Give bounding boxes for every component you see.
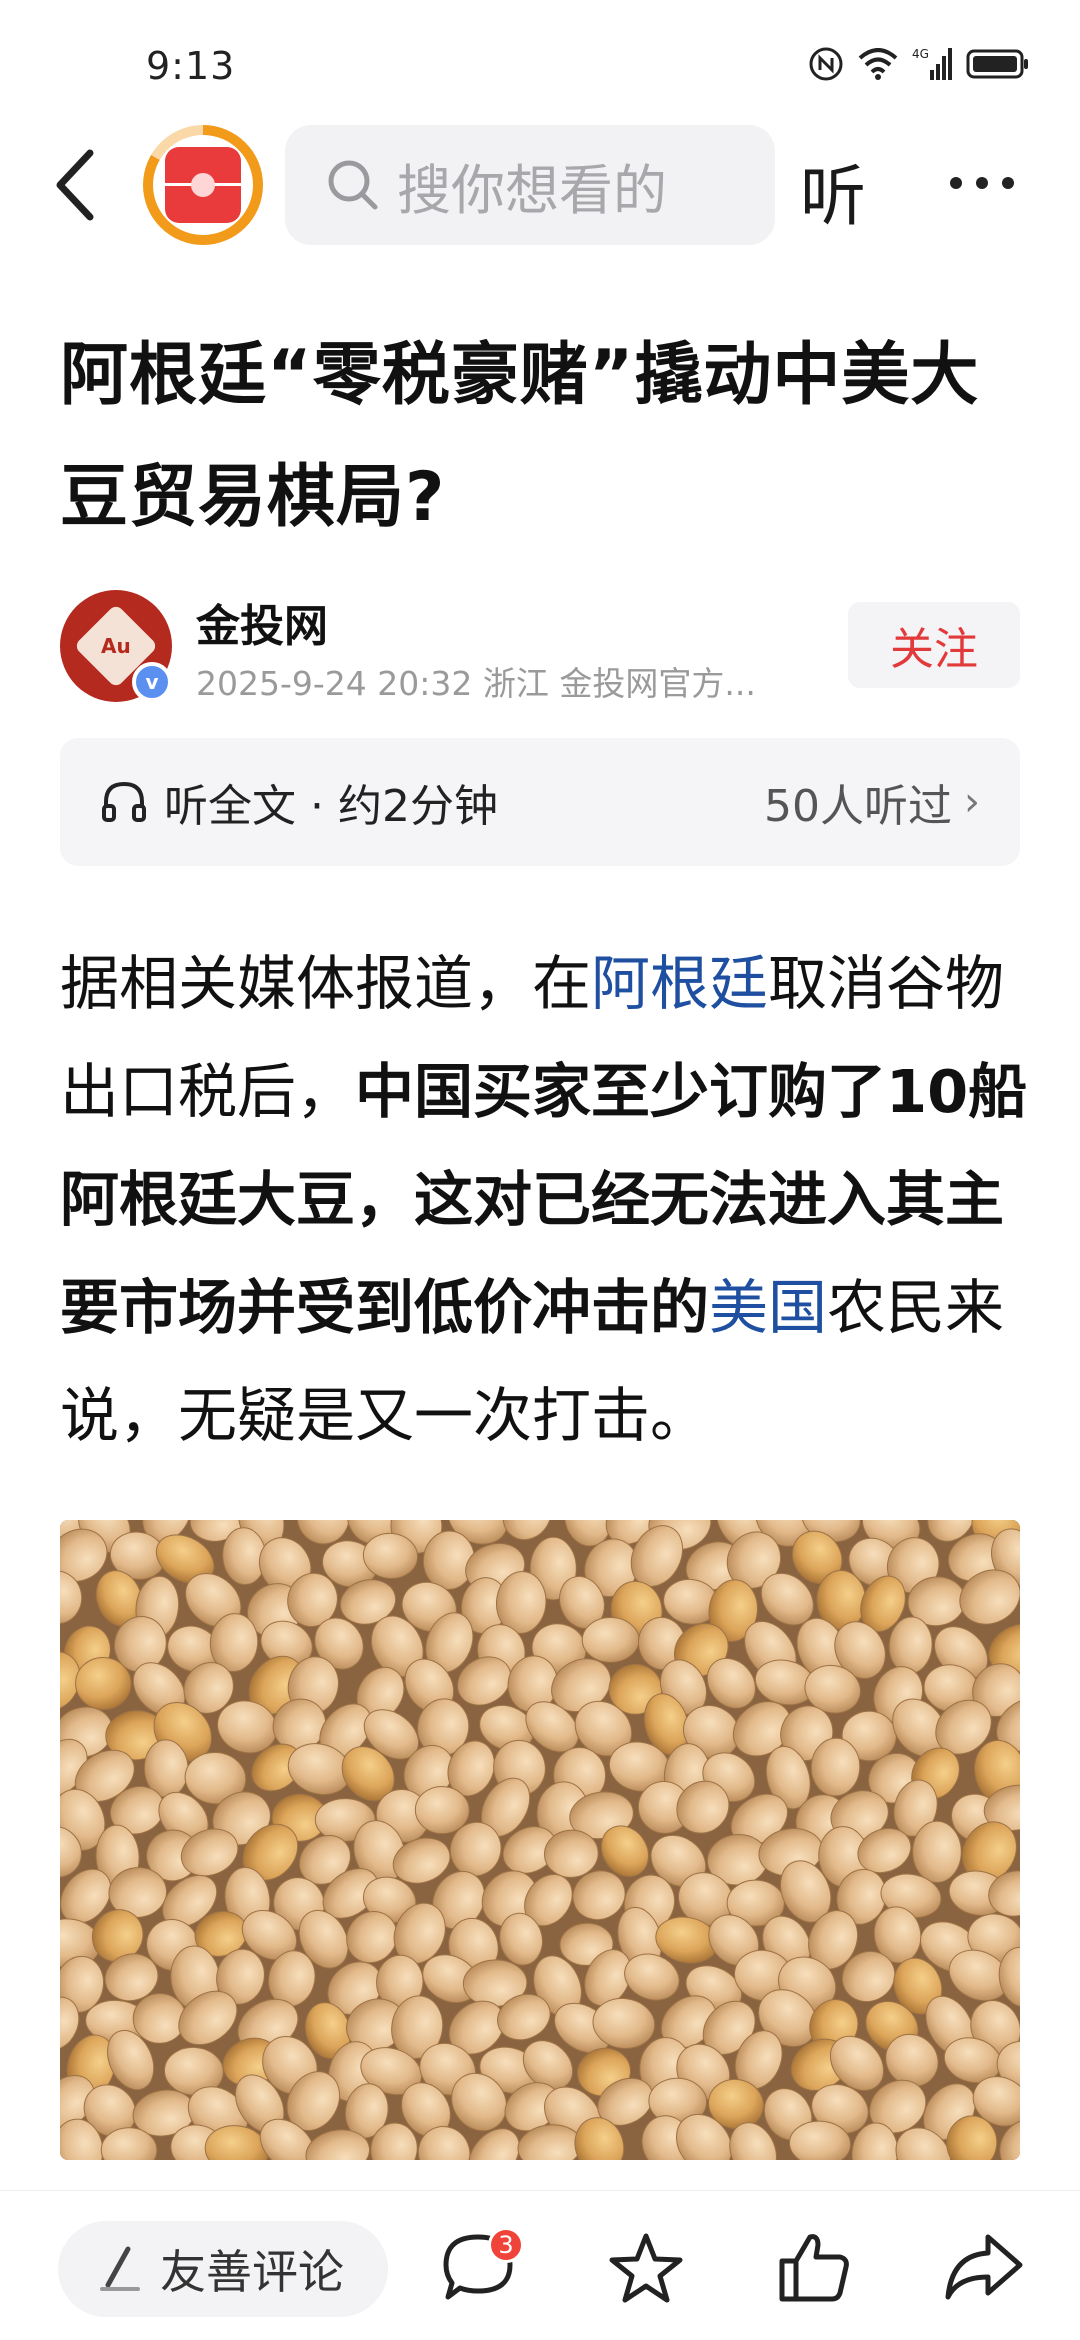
search-icon: [328, 160, 378, 210]
listen-bar[interactable]: 听全文 · 约2分钟 50人听过 ›: [60, 738, 1020, 866]
author-meta: 2025-9-24 20:32 浙江 金投网官方...: [196, 664, 756, 703]
share-icon[interactable]: [944, 2231, 1024, 2303]
nfc-icon: [809, 47, 843, 81]
soybeans-image: [60, 1520, 1020, 2160]
status-icons: 4G: [808, 46, 1030, 82]
follow-button[interactable]: 关注: [848, 602, 1020, 688]
soybean: [581, 1617, 640, 1663]
comment-placeholder: 友善评论: [160, 2245, 344, 2299]
battery-icon: [966, 49, 1028, 79]
more-icon[interactable]: [950, 177, 1014, 189]
article-image[interactable]: [60, 1520, 1020, 2160]
verified-icon: v: [132, 662, 172, 702]
soybean: [912, 1820, 962, 1883]
star-icon[interactable]: [608, 2231, 684, 2303]
thumbs-up-icon[interactable]: [776, 2231, 852, 2303]
chevron-right-icon: ›: [964, 779, 980, 825]
search-input[interactable]: 搜你想看的: [285, 125, 775, 245]
status-bar: 9:13 4G: [0, 0, 1080, 130]
svg-text:4G: 4G: [912, 47, 929, 61]
search-placeholder: 搜你想看的: [397, 158, 667, 222]
headphones-icon: [102, 781, 146, 822]
body-text: 据相关媒体报道，在: [60, 949, 592, 1018]
article-title: 阿根廷“零税豪赌”撬动中美大豆贸易棋局?: [60, 336, 980, 537]
status-time: 9:13: [146, 44, 236, 88]
avatar-logo-text: Au: [101, 634, 131, 658]
signal-icon: 4G: [912, 47, 952, 80]
top-nav: 搜你想看的 听: [0, 125, 1080, 245]
bottom-bar: 友善评论 3: [0, 2190, 1080, 2340]
listen-label: 听全文 · 约2分钟: [164, 781, 498, 832]
pen-icon: [100, 2246, 140, 2291]
listen-button[interactable]: 听: [800, 143, 866, 239]
listen-count: 50人听过: [764, 781, 952, 832]
link-argentina[interactable]: 阿根廷: [591, 949, 768, 1018]
red-envelope-icon: [165, 147, 241, 223]
author-name[interactable]: 金投网: [196, 590, 328, 654]
link-usa[interactable]: 美国: [709, 1273, 827, 1342]
article-body: 据相关媒体报道，在阿根廷取消谷物出口税后，中国买家至少订购了10船阿根廷大豆，这…: [60, 930, 1035, 1470]
comment-count-badge: 3: [488, 2227, 524, 2263]
comment-input[interactable]: 友善评论: [58, 2221, 388, 2317]
back-icon[interactable]: [50, 147, 100, 223]
app-logo[interactable]: [143, 125, 263, 245]
wifi-icon: [858, 48, 898, 80]
